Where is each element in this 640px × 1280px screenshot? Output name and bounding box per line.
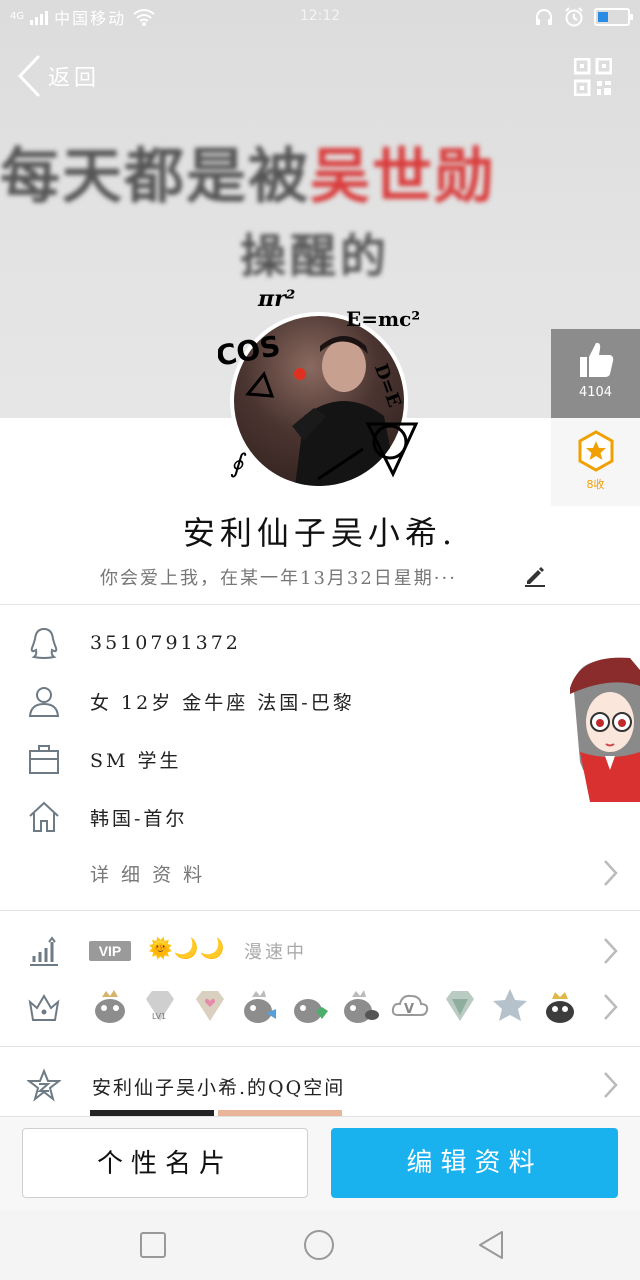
level-icons: 🌞🌙🌙 [148, 936, 226, 960]
home-circle-icon[interactable] [302, 1228, 336, 1262]
signature-text: 你会爱上我，在某一年13月32日星期··· [100, 568, 457, 589]
alarm-icon [565, 7, 583, 27]
star-badge-icon [578, 430, 613, 472]
penguin-fish-badge [244, 990, 276, 1023]
nickname: 安利仙子吴小希. [182, 514, 458, 552]
penguin-crown-badge [95, 990, 125, 1023]
heart-diamond-badge [196, 991, 224, 1021]
chevron-left-icon [17, 55, 40, 97]
battery-icon [594, 8, 633, 26]
thumbs-up-icon [579, 342, 613, 377]
like-count: 4104 [578, 385, 613, 400]
avatar-doodle-overlay: πr² COS E=mc² D=E ∮ [218, 286, 420, 481]
penguin-game-badge [344, 990, 379, 1023]
doodle-integral: ∮ [230, 449, 247, 479]
info-row-qq: 3510791372 [0, 618, 640, 668]
favorite-button[interactable]: 8收 [551, 418, 640, 506]
cover-text-line2: 操醒的 [240, 229, 390, 283]
doodle-pi: πr² [257, 286, 295, 312]
status-bar: 4G 中国移动 12:12 [0, 0, 640, 34]
recent-apps-icon[interactable] [136, 1228, 170, 1262]
doodle-de: D=E [370, 361, 405, 410]
signature-row[interactable]: 你会爱上我，在某一年13月32日星期··· [100, 562, 550, 592]
avatar-container[interactable]: πr² COS E=mc² D=E ∮ [218, 284, 438, 504]
home-icon [29, 801, 59, 832]
battery-level [598, 12, 608, 22]
info-row-personal: 女 12岁 金牛座 法国-巴黎 [0, 676, 640, 726]
qr-code-icon[interactable] [574, 58, 612, 96]
svg-text:LV1: LV1 [152, 1012, 166, 1021]
divider [0, 604, 640, 605]
chevron-right-icon [604, 1072, 618, 1098]
qq-number: 3510791372 [90, 632, 241, 654]
doodle-emc: E=mc² [346, 307, 420, 331]
divider [0, 1046, 640, 1047]
favorite-label: 8收 [586, 478, 605, 491]
back-button[interactable]: 返回 [16, 54, 100, 98]
job-info: SM 学生 [90, 749, 182, 772]
black-penguin-crown-badge [546, 992, 574, 1023]
bottom-action-bar: 个性名片 编辑资料 [0, 1116, 640, 1210]
back-triangle-icon[interactable] [474, 1228, 508, 1262]
info-row-job: SM 学生 [0, 734, 640, 784]
penguin-icon [30, 627, 58, 659]
star-badge [493, 989, 527, 1021]
edit-pencil-icon[interactable] [523, 564, 547, 588]
details-link[interactable]: 详 细 资 料 [90, 860, 205, 887]
doodle-cos: COS [218, 329, 283, 373]
diamond-lv1-badge: LV1 [146, 991, 174, 1021]
personal-card-button[interactable]: 个性名片 [22, 1128, 308, 1198]
green-diamond-badge [446, 991, 474, 1021]
info-row-hometown: 韩国-首尔 [0, 792, 640, 842]
briefcase-icon [29, 745, 59, 774]
chevron-right-icon [604, 938, 618, 964]
v-cloud-badge: V [391, 994, 429, 1017]
divider [0, 910, 640, 911]
qzone-star-icon [27, 1068, 61, 1102]
like-button[interactable]: 4104 [551, 329, 640, 418]
personal-info: 女 12岁 金牛座 法国-巴黎 [90, 691, 355, 714]
vip-badge: VIP [89, 941, 131, 961]
headset-icon [536, 9, 552, 25]
details-link-row[interactable]: 详 细 资 料 [0, 848, 640, 898]
chevron-right-icon [604, 860, 618, 886]
svg-text:V: V [404, 1002, 414, 1017]
back-label: 返回 [48, 66, 101, 91]
hometown-info: 韩国-首尔 [90, 807, 188, 830]
edit-profile-button[interactable]: 编辑资料 [331, 1128, 618, 1198]
chevron-right-icon [604, 994, 618, 1020]
qzone-label[interactable]: 安利仙子吴小希.的QQ空间 [92, 1073, 345, 1100]
penguin-gem-badge [294, 999, 328, 1023]
cover-text-line1: 每天都是被吴世勋 [0, 142, 496, 212]
user-icon [28, 687, 60, 717]
badge-list: LV1 V [90, 985, 580, 1025]
system-nav-bar [0, 1210, 640, 1280]
level-chart-icon [30, 936, 58, 966]
anime-girl-sticker [570, 657, 640, 802]
vip-status: 漫速中 [244, 942, 307, 963]
crown-icon [28, 994, 60, 1021]
